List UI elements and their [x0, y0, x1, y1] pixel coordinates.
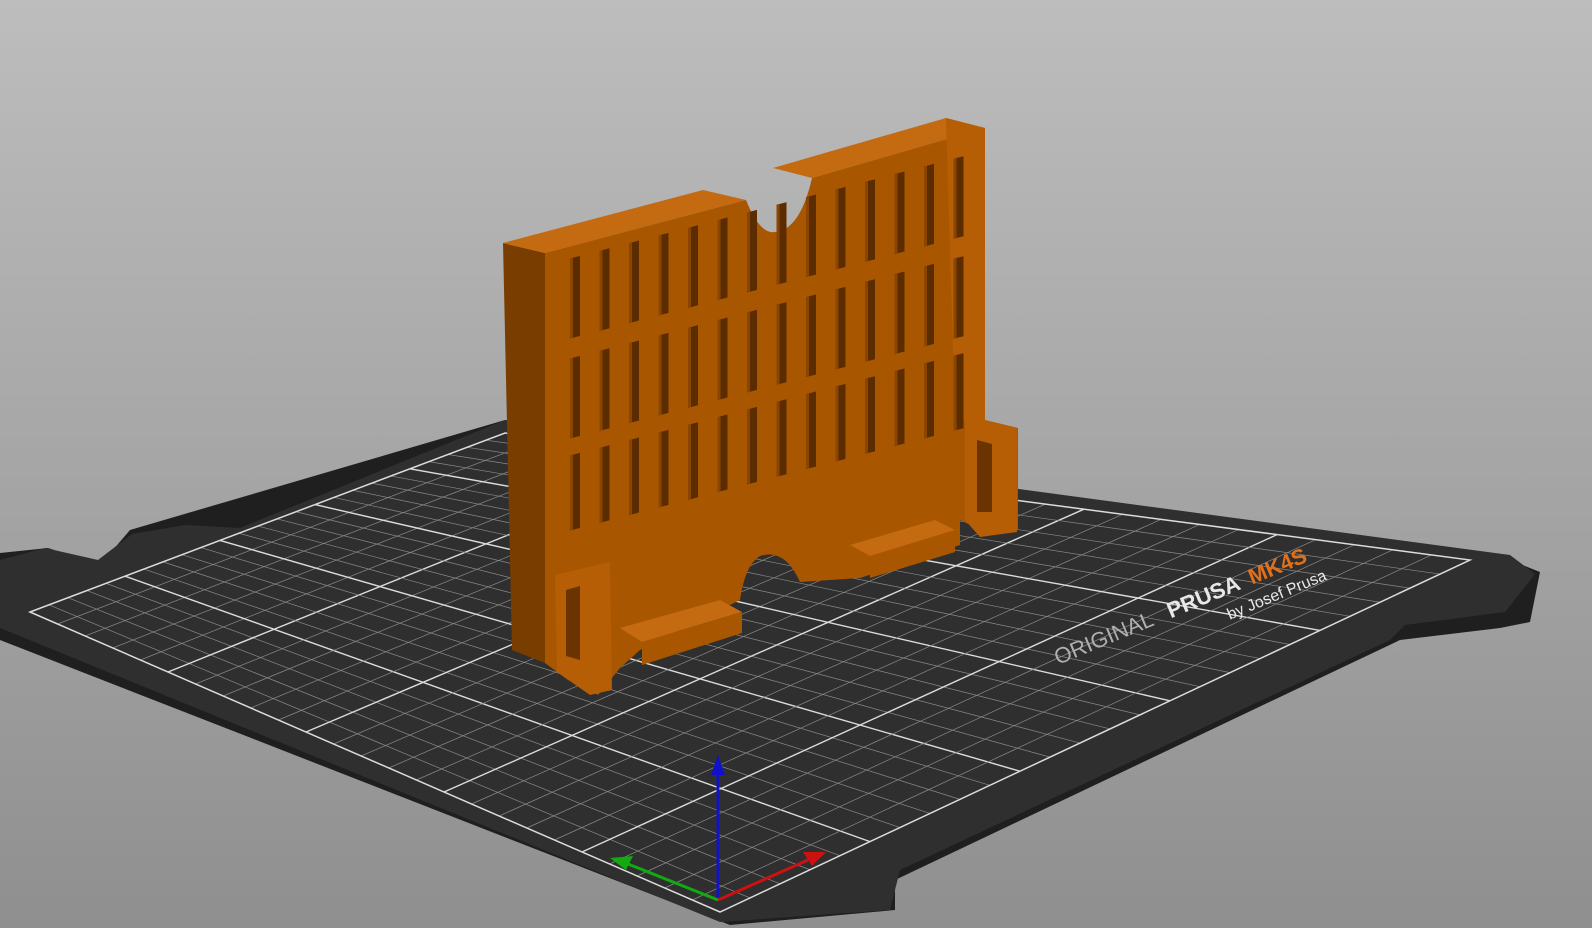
- model-slot-edge: [776, 304, 780, 385]
- model-slot-edge: [924, 165, 927, 247]
- model-slot-edge: [629, 342, 632, 424]
- model-slot-edge: [688, 424, 691, 500]
- model-slot-edge: [953, 157, 957, 239]
- model-slot-edge: [953, 257, 957, 339]
- model-slot-edge: [717, 416, 721, 493]
- model-slot-edge: [688, 227, 691, 308]
- model-slot-edge: [806, 296, 809, 378]
- model-slot-edge: [570, 257, 573, 339]
- model-slot-edge: [894, 273, 898, 355]
- model-slot-edge: [894, 173, 898, 255]
- model-slot-edge: [953, 354, 957, 431]
- model-slot-edge: [865, 378, 868, 454]
- model-slot-edge: [688, 327, 691, 408]
- model-slot-edge: [835, 188, 839, 270]
- model-slot-edge: [806, 196, 809, 278]
- model-slot-edge: [747, 211, 750, 293]
- model-slot-edge: [806, 393, 809, 470]
- 3d-viewport[interactable]: ORIGINAL PRUSA MK4S by Josef Prusa: [0, 0, 1592, 928]
- 3d-scene[interactable]: ORIGINAL PRUSA MK4S by Josef Prusa: [0, 0, 1592, 928]
- model-slot-edge: [835, 385, 839, 462]
- model-slot-edge: [776, 401, 780, 477]
- model-slot-edge: [658, 431, 662, 508]
- model-slot-edge: [599, 350, 603, 431]
- model-slot-edge: [570, 357, 573, 439]
- model-slot-edge: [717, 319, 721, 401]
- model-slot-edge: [835, 288, 839, 370]
- model-slot-edge: [629, 439, 632, 516]
- model-slot-edge: [570, 454, 573, 531]
- model-slot-edge: [747, 311, 750, 393]
- model-slot-edge: [599, 447, 603, 523]
- model-slot-edge: [924, 265, 927, 347]
- model-clip-left-outer: [555, 562, 612, 695]
- model-slot-edge: [865, 181, 868, 262]
- model-slot-edge: [599, 250, 603, 331]
- model-slot-edge: [717, 219, 721, 301]
- model-slot-edge: [629, 242, 632, 324]
- model-slot-edge: [924, 362, 927, 439]
- model-clip-right-hole: [977, 440, 992, 512]
- model-slot-edge: [865, 281, 868, 362]
- model-slot-edge: [776, 204, 780, 285]
- model-slot-edge: [747, 408, 750, 485]
- model-slot-edge: [658, 334, 662, 416]
- model-clip-left-hole: [566, 586, 580, 660]
- model-slot-edge: [658, 234, 662, 316]
- model-slot-edge: [894, 370, 898, 447]
